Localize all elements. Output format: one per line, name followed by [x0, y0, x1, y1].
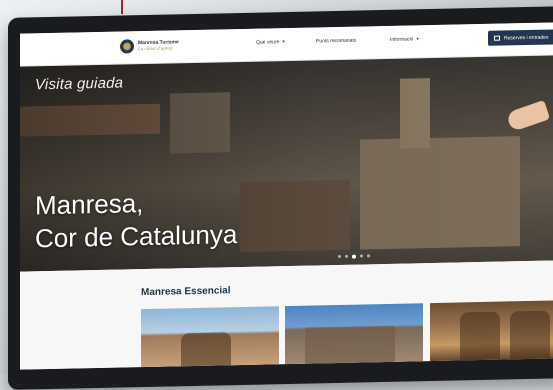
hero-banner[interactable]: Visita guiada Manresa, Cor de Catalunya [20, 55, 553, 272]
card-photo-arch [460, 311, 500, 363]
reserves-button[interactable]: Reserves i entrades [488, 29, 553, 46]
card-photo-facade [181, 332, 231, 369]
carousel-dot[interactable] [360, 254, 363, 258]
section-title: Manresa Essencial [141, 285, 231, 299]
logo-tagline: La ciutat d'aprop [138, 46, 173, 53]
card-cave-interior[interactable] [430, 300, 553, 364]
carousel-dot[interactable] [345, 254, 348, 258]
logo-name[interactable]: Manresa Turisme [138, 39, 179, 46]
carousel-dots [338, 254, 370, 259]
chevron-down-icon: ▾ [282, 39, 285, 46]
nav-item-label: Informació [390, 36, 414, 43]
reserves-button-label: Reserves i entrades [504, 34, 549, 42]
hero-title: Manresa, Cor de Catalunya [35, 185, 237, 255]
ticket-icon [494, 35, 500, 41]
card-old-town[interactable] [285, 303, 423, 367]
hero-title-line1: Manresa, [35, 188, 144, 221]
hero-kicker: Visita guiada [35, 74, 124, 94]
carousel-dot[interactable] [367, 254, 370, 258]
chevron-down-icon: ▾ [416, 36, 419, 43]
accent-line [121, 0, 123, 14]
card-photo-arch [510, 310, 550, 362]
card-basilica[interactable] [141, 306, 279, 370]
logo-seal-icon[interactable] [120, 39, 134, 54]
nav-item-label: Què veure [256, 39, 280, 46]
carousel-dot[interactable] [338, 254, 341, 258]
card-photo-buildings [305, 325, 395, 366]
carousel-dot-active[interactable] [352, 254, 356, 259]
laptop-screen: Manresa Turisme La ciutat d'aprop Què ve… [20, 22, 553, 370]
nav-item-punts-recomanats[interactable]: Punts recomanats [316, 38, 356, 45]
nav-item-informacio[interactable]: Informació ▾ [390, 36, 419, 43]
essentials-section: Manresa Essencial [20, 260, 553, 370]
nav-item-que-veure[interactable]: Què veure ▾ [256, 39, 285, 46]
nav-item-label: Punts recomanats [316, 37, 357, 45]
hero-title-line2: Cor de Catalunya [35, 219, 238, 254]
